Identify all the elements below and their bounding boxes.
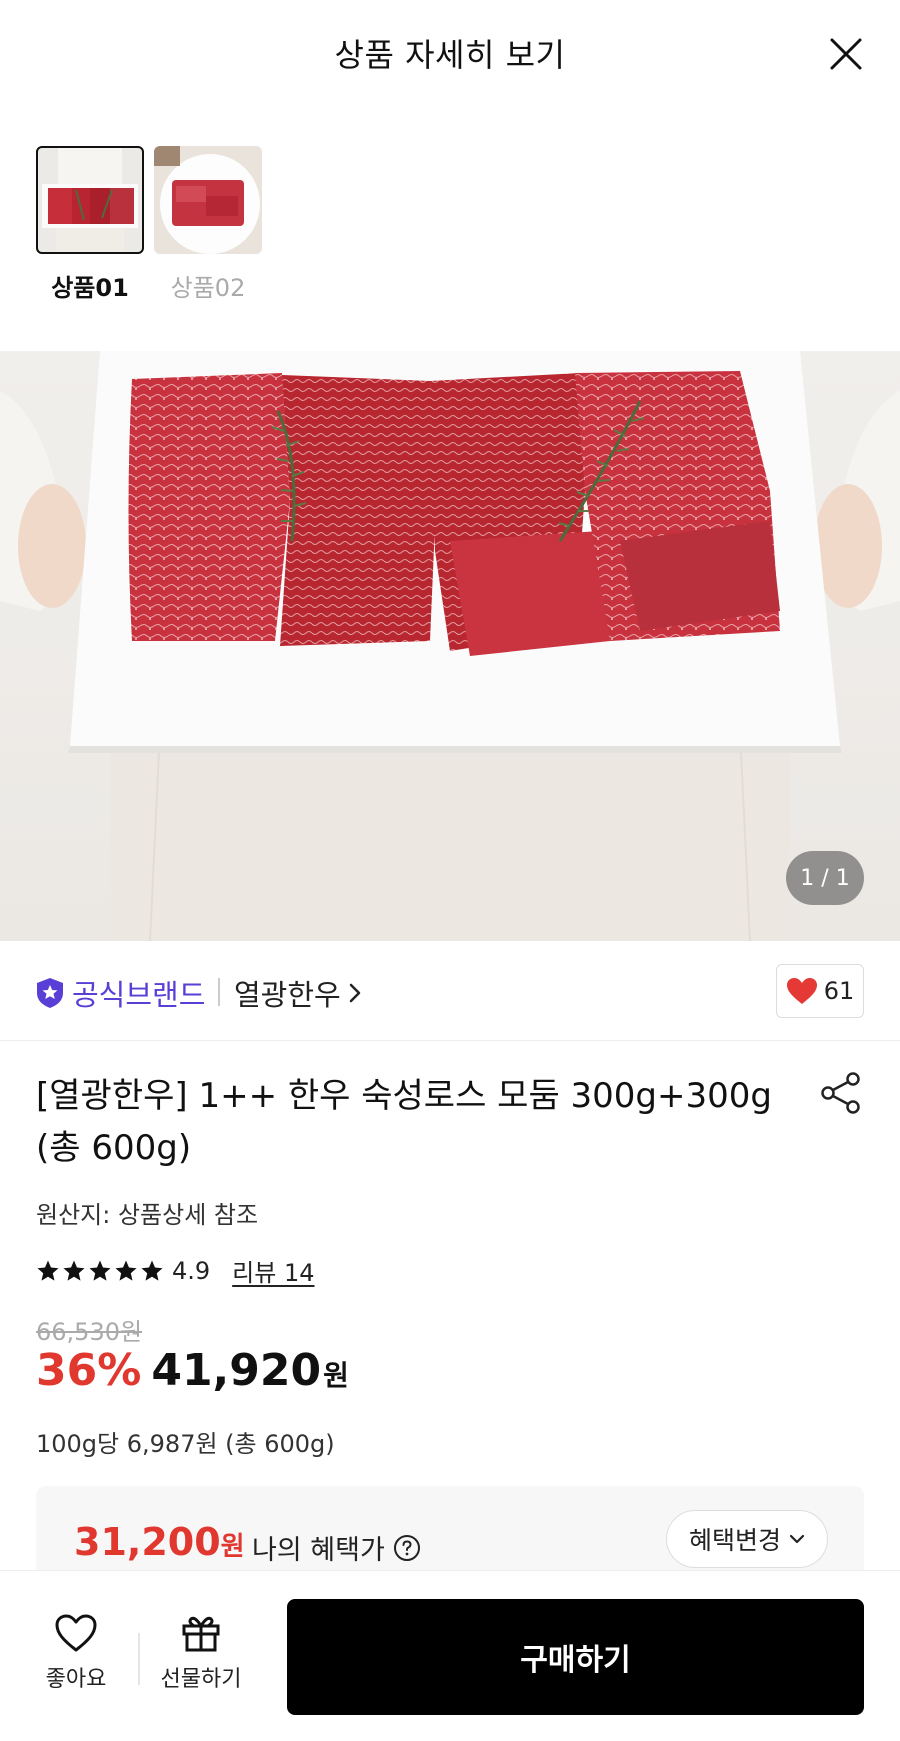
rating-row: 4.9 리뷰 14	[36, 1253, 315, 1288]
thumbnail-image-01	[36, 146, 144, 254]
benefit-change-label: 혜택변경	[688, 1526, 781, 1555]
heart-icon	[786, 978, 817, 1004]
divider	[138, 1633, 140, 1685]
benefit-price: 31,200원	[74, 1520, 245, 1564]
star-rating	[36, 1259, 164, 1283]
thumbnail-image-02	[154, 146, 262, 254]
chevron-down-icon	[789, 1534, 805, 1544]
benefit-label: 나의 혜택가	[252, 1528, 421, 1567]
review-link[interactable]: 리뷰 14	[232, 1253, 314, 1288]
thumbnail-label: 상품01	[51, 274, 129, 302]
bottom-action-bar: 좋아요 선물하기 구매하기	[0, 1570, 900, 1741]
product-title: [열광한우] 1++ 한우 숙성로스 모둠 300g+300g (총 600g)	[36, 1076, 772, 1168]
gift-label: 선물하기	[160, 1667, 242, 1692]
brand-name: 열광한우	[234, 978, 341, 1012]
gift-icon	[182, 1616, 220, 1652]
shield-star-icon	[37, 978, 63, 1008]
thumbnail-product-01[interactable]: 상품01	[36, 146, 144, 306]
discount-rate: 36%	[36, 1345, 142, 1396]
star-icon	[89, 1260, 111, 1281]
origin-info: 원산지: 상품상세 참조	[36, 1201, 259, 1229]
benefit-label-text: 나의 혜택가	[252, 1535, 385, 1566]
benefit-change-button[interactable]: 혜택변경	[665, 1510, 828, 1568]
share-icon	[821, 1072, 860, 1114]
header: 상품 자세히 보기	[0, 0, 900, 112]
unit-price: 100g당 6,987원 (총 600g)	[36, 1430, 335, 1458]
divider	[218, 978, 220, 1006]
thumbnail-product-02[interactable]: 상품02	[154, 146, 262, 306]
brand-link[interactable]: 열광한우	[234, 972, 361, 1014]
official-brand-badge: 공식브랜드	[36, 972, 205, 1014]
close-icon	[830, 38, 862, 70]
like-count: 61	[823, 977, 855, 1005]
official-brand-label: 공식브랜드	[72, 978, 206, 1012]
original-price: 66,530원	[36, 1318, 143, 1346]
star-icon	[37, 1260, 59, 1281]
wishlist-label: 좋아요	[45, 1667, 107, 1692]
like-count-button[interactable]: 61	[776, 964, 864, 1018]
benefit-price-value: 31,200	[74, 1520, 221, 1564]
star-icon	[63, 1260, 85, 1281]
share-button[interactable]	[818, 1070, 864, 1116]
wishlist-button[interactable]: 좋아요	[21, 1613, 131, 1693]
close-button[interactable]	[826, 34, 866, 74]
gallery-page-indicator: 1 / 1	[786, 851, 864, 905]
currency-unit: 원	[323, 1359, 349, 1392]
star-icon	[115, 1260, 137, 1281]
thumbnail-label: 상품02	[170, 274, 246, 302]
help-icon[interactable]	[393, 1534, 421, 1562]
brand-row: 공식브랜드 열광한우 61	[0, 941, 900, 1041]
star-icon	[141, 1260, 163, 1281]
price-row: 36% 41,920 원	[36, 1345, 349, 1396]
chevron-right-icon	[349, 983, 360, 1003]
gift-button[interactable]: 선물하기	[146, 1613, 256, 1693]
product-image-gallery[interactable]: 1 / 1	[0, 351, 900, 941]
sale-price: 41,920	[151, 1345, 322, 1396]
product-photo	[0, 351, 900, 941]
page-title: 상품 자세히 보기	[334, 36, 566, 74]
heart-outline-icon	[55, 1614, 97, 1652]
thumbnail-list: 상품01 상품02	[36, 146, 262, 306]
buy-button[interactable]: 구매하기	[287, 1599, 864, 1715]
rating-value: 4.9	[172, 1256, 211, 1285]
benefit-currency: 원	[220, 1532, 245, 1562]
